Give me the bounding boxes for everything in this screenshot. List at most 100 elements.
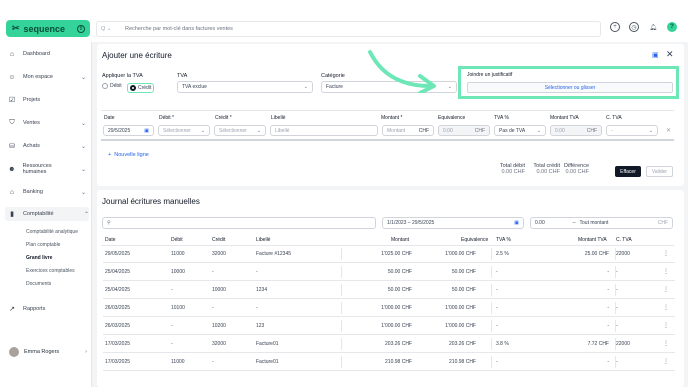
radio-credit[interactable]: Crédit: [127, 83, 155, 93]
page-title: Ajouter une écriture: [102, 51, 172, 60]
tva-rate-select[interactable]: Pas de TVA ⌄: [494, 125, 546, 136]
sidebar-sub-documents[interactable]: Documents: [26, 281, 51, 287]
arrow-annotation: [368, 50, 436, 93]
col-montant-tva: Montant TVA: [550, 115, 579, 121]
clear-button[interactable]: Effacer: [615, 166, 641, 177]
table-cell: 1'000.00 CHF: [381, 305, 412, 311]
calendar-icon: ▣: [144, 127, 149, 134]
table-row[interactable]: 25/04/2025 10000 - - 50.00 CHF 50.00 CHF - - - ⋮: [103, 264, 675, 281]
date-input[interactable]: 29/5/2025 ▣: [103, 125, 154, 136]
radio-debit[interactable]: Débit: [102, 83, 122, 89]
table-row[interactable]: 17/03/2025 - 32000 Facture01 203.26 CHF 203.2…: [103, 336, 675, 353]
sidebar-sub-plan[interactable]: Plan comptable: [26, 242, 60, 248]
validate-button[interactable]: Valider: [646, 166, 673, 177]
credit-select[interactable]: Sélectionner ⌄: [214, 125, 266, 136]
journal-col-c-tva: C. TVA: [616, 237, 632, 243]
table-cell: 26/03/2025: [105, 305, 131, 311]
sidebar-item-comptabilite[interactable]: ▮ Comptabilité ⌃: [5, 207, 89, 221]
col-libelle: Libellé: [271, 115, 286, 121]
difference: Différence 0.00 CHF: [564, 163, 589, 175]
chart-icon: ↗: [9, 306, 15, 313]
row-menu-icon[interactable]: ⋮: [663, 250, 669, 257]
brand-badge: 8: [77, 24, 85, 33]
table-cell: -: [256, 269, 258, 275]
close-icon[interactable]: ✕: [666, 49, 674, 60]
sidebar-item-banking[interactable]: ⌂ Banking ⌄: [8, 185, 86, 199]
add-line-button[interactable]: + Nouvelle ligne: [108, 152, 149, 158]
attachment-label: Joindre un justificatif: [467, 72, 513, 78]
remove-row-icon[interactable]: ✕: [666, 127, 671, 134]
table-cell: 1'000.00 CHF: [445, 251, 476, 257]
brand-name: sequence: [23, 23, 66, 34]
help-icon[interactable]: ?: [667, 22, 677, 32]
sidebar-sub-analytique[interactable]: Comptabilité analytique: [26, 229, 78, 235]
row-menu-icon[interactable]: ⋮: [663, 286, 669, 293]
brand-logo[interactable]: ✂ sequence 8: [6, 20, 90, 37]
amount-filter[interactable]: 0.00– Tout montant CHF: [530, 217, 673, 229]
c-tva-select[interactable]: - ⌄: [606, 125, 658, 136]
col-c-tva: C. TVA: [606, 115, 622, 121]
row-menu-icon[interactable]: ⋮: [663, 304, 669, 311]
chevron-down-icon: ⌄: [80, 143, 86, 150]
row-menu-icon[interactable]: ⋮: [663, 322, 669, 329]
table-cell: 50.00 CHF: [451, 287, 476, 293]
table-cell: 50.00 CHF: [387, 269, 412, 275]
libelle-input[interactable]: Libellé: [270, 125, 378, 136]
sidebar-sub-exercices[interactable]: Exercices comptables: [26, 268, 75, 274]
attachment-zone: Joindre un justificatif Sélectionner ou …: [458, 66, 679, 99]
table-cell: 203.26 CHF: [385, 341, 412, 347]
table-cell: -: [496, 305, 498, 311]
calendar-icon[interactable]: ▣: [652, 51, 659, 59]
bank-icon: ⌂: [9, 188, 15, 196]
montant-input[interactable]: Montant CHF: [382, 125, 434, 136]
table-row[interactable]: 17/03/2025 11000 - Facture01 210.98 CHF 210.9…: [103, 354, 675, 371]
sidebar-item-dashboard[interactable]: ⌂ Dashboard: [8, 47, 86, 61]
journal-col-montant: Montant: [391, 237, 410, 243]
sidebar: ⌂ Dashboard ☺ Mon espace ⌄ ☑ Projets ⛉ Ventes…: [0, 42, 92, 387]
table-row[interactable]: 25/04/2025 - 10000 1234 50.00 CHF 50.00 CHF - -…: [103, 282, 675, 299]
table-cell: -: [607, 287, 609, 293]
table-row[interactable]: 29/05/2025 11000 32000 Facture #12345 1'025.…: [103, 246, 675, 263]
col-debit: Débit *: [159, 115, 175, 121]
row-menu-icon[interactable]: ⋮: [663, 358, 669, 365]
sidebar-item-projets[interactable]: ☑ Projets: [8, 93, 86, 107]
table-cell: -: [607, 323, 609, 329]
table-cell: 3.8 %: [496, 341, 509, 347]
bell-icon[interactable]: 🔔︎: [648, 22, 658, 32]
table-cell: 123: [256, 323, 265, 329]
table-row[interactable]: 26/03/2025 10100 - - 1'000.00 CHF 1'000.00 CH…: [103, 300, 675, 317]
equivalence-input: 0.00 CHF: [438, 125, 490, 136]
table-cell: 10100: [171, 305, 185, 311]
global-search[interactable]: Q ⌄ Recherche par mot-clé dans factures …: [96, 21, 601, 37]
select-file-button[interactable]: Sélectionner ou glisser: [467, 82, 673, 93]
app: ✂ sequence 8 Q ⌄ Recherche par mot-clé d…: [0, 0, 688, 387]
sidebar-item-mon-espace[interactable]: ☺ Mon espace ⌄: [8, 70, 86, 84]
table-row[interactable]: 26/03/2025 - 10200 123 1'000.00 CHF 1'000.00 …: [103, 318, 675, 335]
user-menu[interactable]: Emma Rogers ›: [9, 347, 87, 357]
chevron-up-icon: ⌃: [83, 211, 89, 218]
sidebar-item-rh[interactable]: ☻ Ressources humaines ⌄: [8, 162, 86, 176]
search-input[interactable]: Recherche par mot-clé dans factures vent…: [125, 26, 233, 32]
date-range-input[interactable]: 1/1/2023 – 29/5/2025 ▣: [382, 217, 524, 229]
tva-select[interactable]: TVA exclue ⌄: [177, 81, 313, 93]
sidebar-item-rapports[interactable]: ↗ Rapports: [8, 302, 86, 316]
table-cell: 10200: [212, 323, 226, 329]
sidebar-item-achats[interactable]: ⛁ Achats ⌄: [8, 139, 86, 153]
add-icon[interactable]: +: [610, 22, 620, 32]
debit-select[interactable]: Sélectionner ⌄: [158, 125, 210, 136]
col-montant: Montant *: [381, 115, 403, 121]
clock-icon[interactable]: ◷: [629, 22, 639, 32]
table-cell: 32000: [212, 251, 226, 257]
row-menu-icon[interactable]: ⋮: [663, 340, 669, 347]
row-menu-icon[interactable]: ⋮: [663, 268, 669, 275]
journal-search-input[interactable]: ⚲: [102, 217, 376, 229]
top-bar: ✂ sequence 8 Q ⌄ Recherche par mot-clé d…: [0, 0, 688, 42]
search-scope-select[interactable]: Q ⌄: [101, 26, 119, 32]
sidebar-item-ventes[interactable]: ⛉ Ventes ⌄: [8, 116, 86, 130]
table-cell: 1'000.00 CHF: [445, 305, 476, 311]
tva-label: TVA: [177, 73, 188, 79]
table-cell: -: [496, 287, 498, 293]
sidebar-sub-grand-livre[interactable]: Grand livre: [26, 255, 52, 261]
table-cell: 50.00 CHF: [387, 287, 412, 293]
journal-title: Journal écritures manuelles: [102, 197, 200, 206]
